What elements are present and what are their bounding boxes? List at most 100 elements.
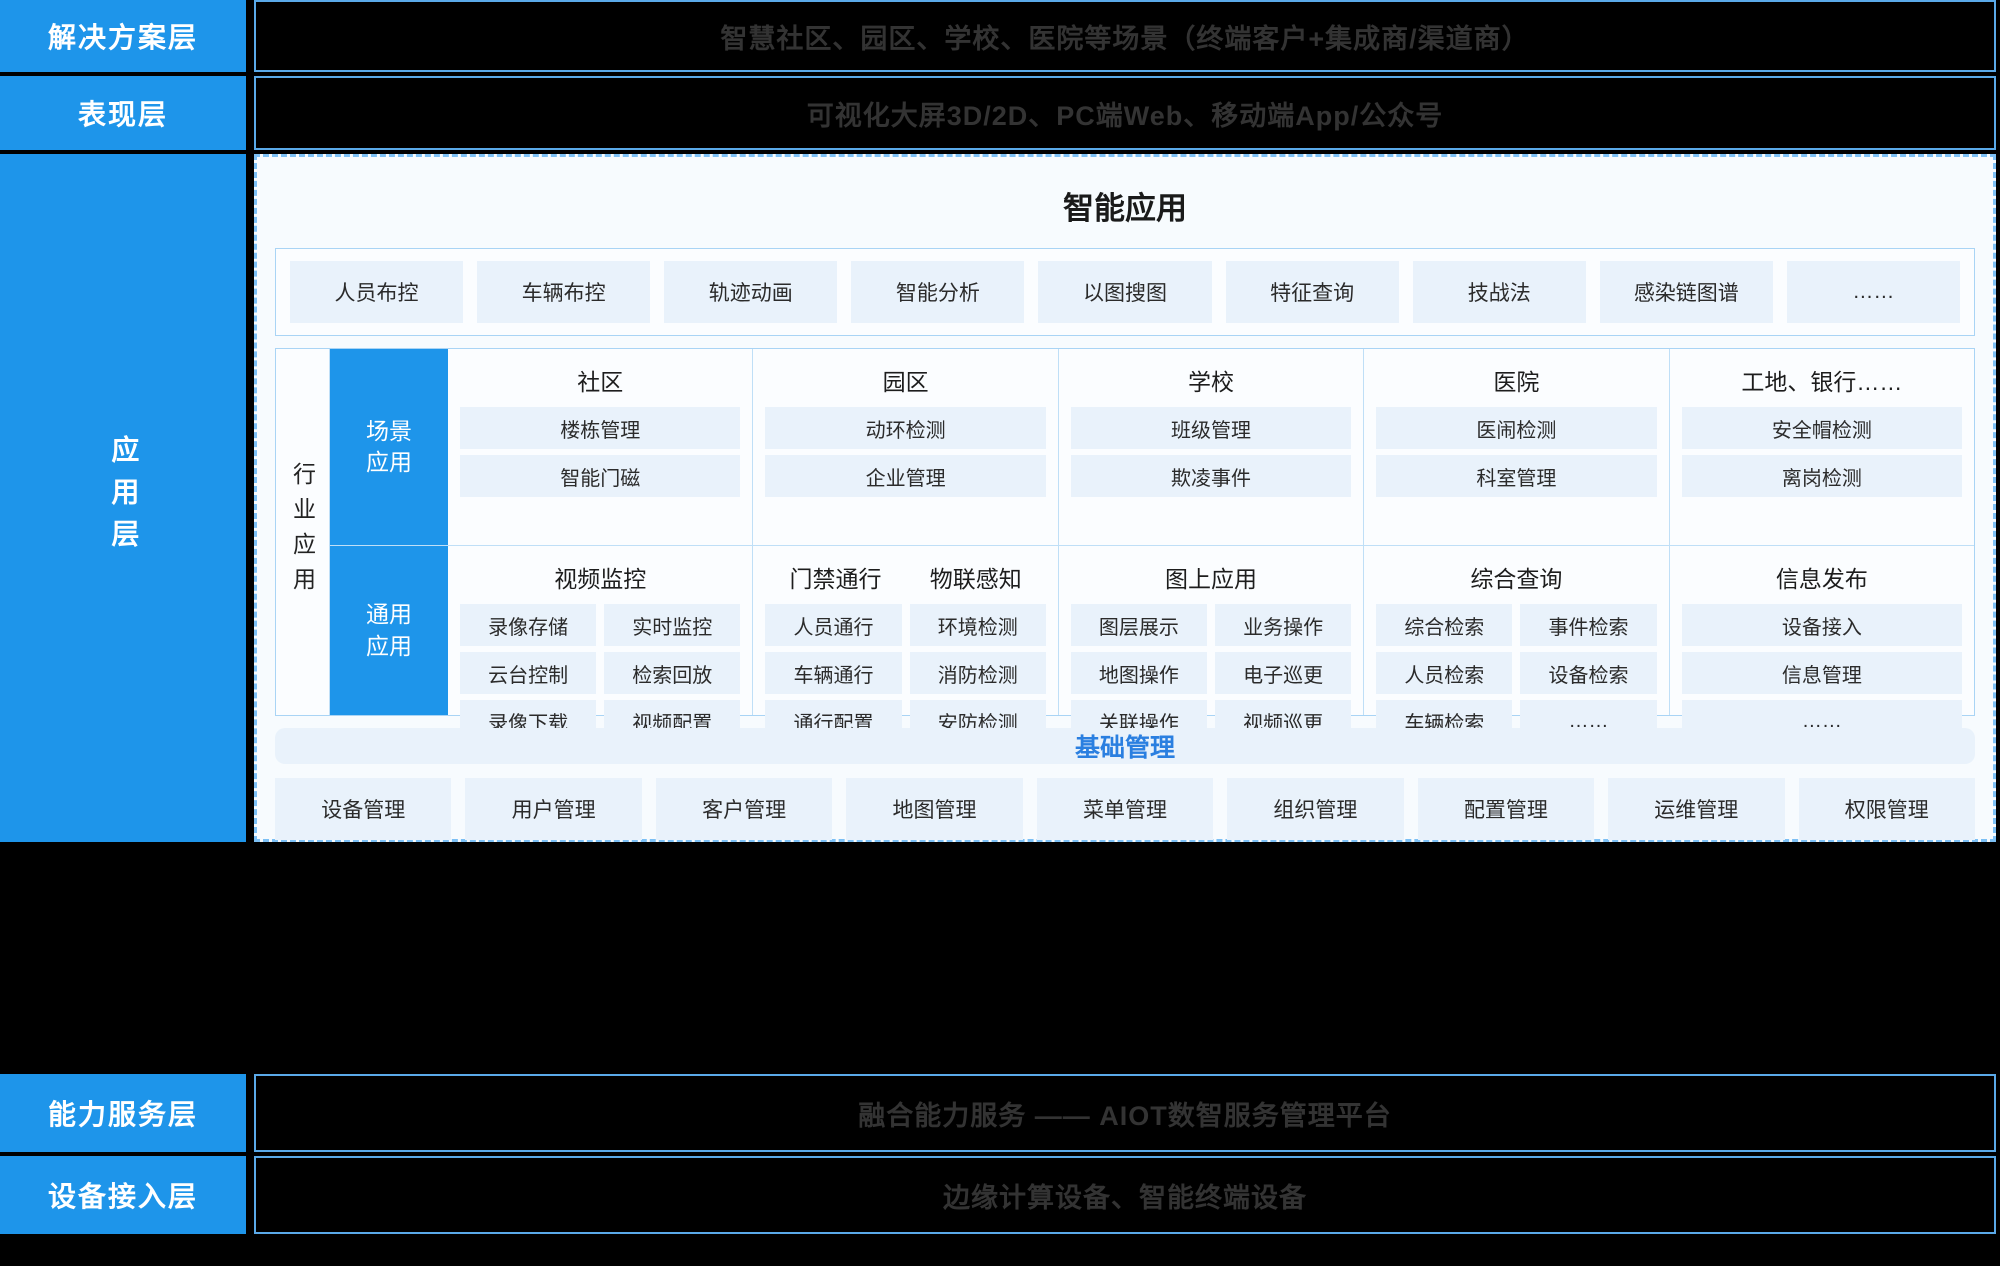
general-column-head: 图上应用 xyxy=(1071,556,1351,604)
general-tag[interactable]: 车辆通行 xyxy=(765,652,901,694)
scene-tag[interactable]: 动环检测 xyxy=(765,407,1045,449)
smart-chip[interactable]: 以图搜图 xyxy=(1038,261,1211,323)
general-tag-subcol: 人员通行 车辆通行 通行配置 xyxy=(765,604,901,742)
general-tag[interactable]: 消防检测 xyxy=(910,652,1046,694)
general-column-query: 综合查询 综合检索 人员检索 车辆检索 事件检索 设 xyxy=(1363,546,1668,715)
general-column-publish: 信息发布 设备接入 信息管理 …… xyxy=(1669,546,1974,715)
scene-tag[interactable]: 欺凌事件 xyxy=(1071,455,1351,497)
layer-row-capability: 能力服务层 融合能力服务 —— AIOT数智服务管理平台 xyxy=(0,1074,2000,1152)
scene-tag[interactable]: 智能门磁 xyxy=(460,455,740,497)
scene-column-park: 园区 动环检测 企业管理 xyxy=(752,349,1057,545)
base-chip[interactable]: 地图管理 xyxy=(846,778,1022,840)
scene-tag[interactable]: 科室管理 xyxy=(1376,455,1656,497)
architecture-diagram: 解决方案层 智慧社区、园区、学校、医院等场景（终端客户+集成商/渠道商） 表现层… xyxy=(0,0,2000,1266)
base-chip[interactable]: 菜单管理 xyxy=(1037,778,1213,840)
general-tag[interactable]: 实时监控 xyxy=(604,604,740,646)
smart-chip[interactable]: 技战法 xyxy=(1413,261,1586,323)
layer-row-solution: 解决方案层 智慧社区、园区、学校、医院等场景（终端客户+集成商/渠道商） xyxy=(0,0,2000,72)
scene-column-hospital: 医院 医闹检测 科室管理 xyxy=(1363,349,1668,545)
general-tag[interactable]: 录像存储 xyxy=(460,604,596,646)
general-column-head: 门禁通行 xyxy=(765,560,905,594)
layer-row-device: 设备接入层 边缘计算设备、智能终端设备 xyxy=(0,1156,2000,1234)
scene-column-school: 学校 班级管理 欺凌事件 xyxy=(1058,349,1363,545)
base-chip[interactable]: 运维管理 xyxy=(1608,778,1784,840)
smart-chip[interactable]: 感染链图谱 xyxy=(1600,261,1773,323)
general-tag[interactable]: 人员通行 xyxy=(765,604,901,646)
general-tag-subcol: 环境检测 消防检测 安防检测 xyxy=(910,604,1046,742)
smart-chip[interactable]: 特征查询 xyxy=(1226,261,1399,323)
general-column-head: 综合查询 xyxy=(1376,556,1656,604)
general-column-tags: 录像存储 云台控制 录像下载 实时监控 检索回放 视频配置 xyxy=(460,604,740,742)
scene-application-badge: 场景 应用 xyxy=(330,349,448,545)
layer-content-presentation: 可视化大屏3D/2D、PC端Web、移动端App/公众号 xyxy=(254,76,1996,150)
smart-chip[interactable]: 智能分析 xyxy=(851,261,1024,323)
scene-column-head: 工地、银行…… xyxy=(1682,359,1962,407)
layer-label-application: 应用层 xyxy=(0,154,246,842)
general-tag[interactable]: 图层展示 xyxy=(1071,604,1207,646)
general-tag[interactable]: 地图操作 xyxy=(1071,652,1207,694)
layer-gap xyxy=(246,1156,254,1234)
general-tag[interactable]: 环境检测 xyxy=(910,604,1046,646)
smart-chip[interactable]: 轨迹动画 xyxy=(664,261,837,323)
general-tag[interactable]: 信息管理 xyxy=(1682,652,1962,694)
general-tag-subcol: 图层展示 地图操作 关联操作 xyxy=(1071,604,1207,742)
scene-columns: 社区 楼栋管理 智能门磁 园区 动环检测 企业管理 xyxy=(448,349,1974,545)
scene-column-head: 园区 xyxy=(765,359,1045,407)
scene-column-head: 学校 xyxy=(1071,359,1351,407)
layer-content-solution: 智慧社区、园区、学校、医院等场景（终端客户+集成商/渠道商） xyxy=(254,0,1996,72)
layer-row-presentation: 表现层 可视化大屏3D/2D、PC端Web、移动端App/公众号 xyxy=(0,76,2000,150)
layer-gap xyxy=(246,76,254,150)
layer-gap xyxy=(246,1074,254,1152)
general-tag[interactable]: 业务操作 xyxy=(1215,604,1351,646)
base-chip[interactable]: 用户管理 xyxy=(465,778,641,840)
scene-column-tags: 动环检测 企业管理 xyxy=(765,407,1045,497)
base-chip[interactable]: 配置管理 xyxy=(1418,778,1594,840)
general-tag[interactable]: 设备检索 xyxy=(1520,652,1656,694)
scene-column-tags: 安全帽检测 离岗检测 xyxy=(1682,407,1962,497)
general-badge-line1: 通用 xyxy=(366,599,412,630)
general-tag-subcol: 事件检索 设备检索 …… xyxy=(1520,604,1656,742)
general-application-badge: 通用 应用 xyxy=(330,546,448,715)
layer-row-application: 应用层 智能应用 人员布控 车辆布控 轨迹动画 智能分析 以图搜图 特征查询 技… xyxy=(0,154,2000,842)
base-management-chips: 设备管理 用户管理 客户管理 地图管理 菜单管理 组织管理 配置管理 运维管理 … xyxy=(275,778,1975,840)
general-tag-subcol: 业务操作 电子巡更 视频巡更 xyxy=(1215,604,1351,742)
general-column-tags: 设备接入 信息管理 …… xyxy=(1682,604,1962,742)
industry-application-label: 行业应用 xyxy=(276,349,330,715)
scene-column-tags: 班级管理 欺凌事件 xyxy=(1071,407,1351,497)
scene-tag[interactable]: 安全帽检测 xyxy=(1682,407,1962,449)
scene-tag[interactable]: 医闹检测 xyxy=(1376,407,1656,449)
general-tag-subcol: 录像存储 云台控制 录像下载 xyxy=(460,604,596,742)
layer-label-device: 设备接入层 xyxy=(0,1156,246,1234)
scene-tag[interactable]: 企业管理 xyxy=(765,455,1045,497)
general-tag[interactable]: 人员检索 xyxy=(1376,652,1512,694)
general-application-row: 通用 应用 视频监控 录像存储 云台控制 xyxy=(330,545,1974,715)
application-panel: 智能应用 人员布控 车辆布控 轨迹动画 智能分析 以图搜图 特征查询 技战法 感… xyxy=(254,154,1996,842)
scene-tag[interactable]: 楼栋管理 xyxy=(460,407,740,449)
application-title: 智能应用 xyxy=(275,173,1975,248)
base-chip[interactable]: 权限管理 xyxy=(1799,778,1975,840)
scene-badge-line2: 应用 xyxy=(366,447,412,478)
general-tag[interactable]: 电子巡更 xyxy=(1215,652,1351,694)
base-chip[interactable]: 组织管理 xyxy=(1227,778,1403,840)
smart-chip-more[interactable]: …… xyxy=(1787,261,1960,323)
base-chip[interactable]: 客户管理 xyxy=(656,778,832,840)
general-tag-subcol: 综合检索 人员检索 车辆检索 xyxy=(1376,604,1512,742)
general-tag[interactable]: 综合检索 xyxy=(1376,604,1512,646)
general-column-video: 视频监控 录像存储 云台控制 录像下载 实时监控 检 xyxy=(448,546,752,715)
scene-tag[interactable]: 离岗检测 xyxy=(1682,455,1962,497)
smart-chip[interactable]: 人员布控 xyxy=(290,261,463,323)
general-tag[interactable]: 事件检索 xyxy=(1520,604,1656,646)
general-tag[interactable]: 云台控制 xyxy=(460,652,596,694)
layer-gap xyxy=(246,154,254,842)
general-columns: 视频监控 录像存储 云台控制 录像下载 实时监控 检 xyxy=(448,546,1974,715)
layer-content-device: 边缘计算设备、智能终端设备 xyxy=(254,1156,1996,1234)
layer-label-solution: 解决方案层 xyxy=(0,0,246,72)
general-tag[interactable]: 设备接入 xyxy=(1682,604,1962,646)
layer-gap xyxy=(246,0,254,72)
scene-application-row: 场景 应用 社区 楼栋管理 智能门磁 xyxy=(330,349,1974,545)
smart-chip[interactable]: 车辆布控 xyxy=(477,261,650,323)
scene-tag[interactable]: 班级管理 xyxy=(1071,407,1351,449)
scene-badge-line1: 场景 xyxy=(366,416,412,447)
general-tag[interactable]: 检索回放 xyxy=(604,652,740,694)
base-chip[interactable]: 设备管理 xyxy=(275,778,451,840)
